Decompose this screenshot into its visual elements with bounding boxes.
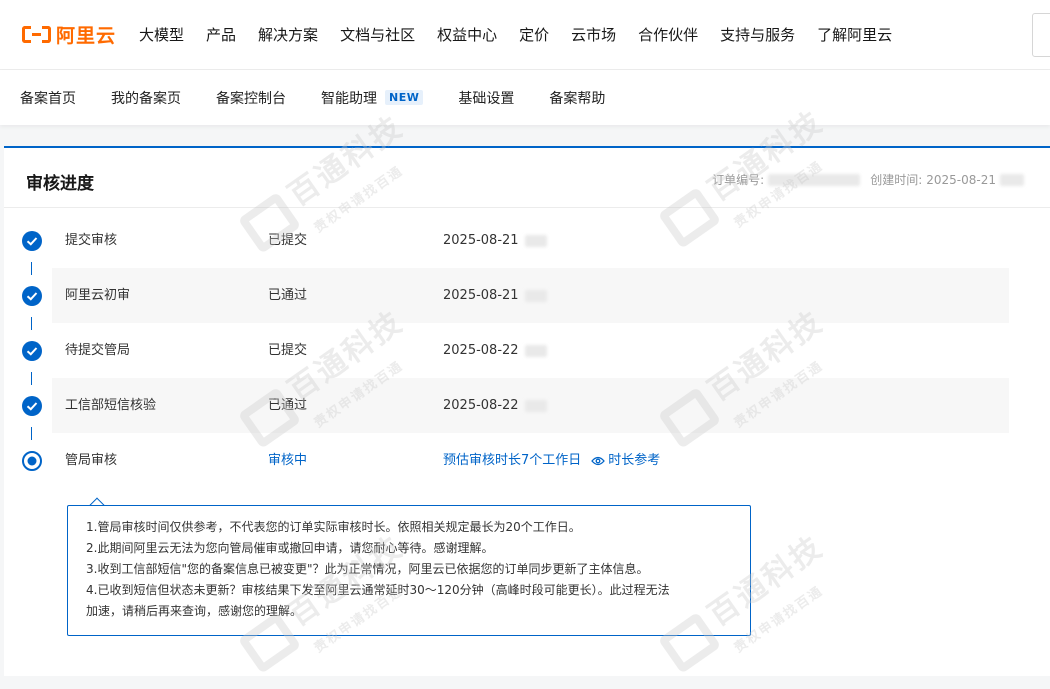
nav-item-docs-community[interactable]: 文档与社区 — [340, 24, 415, 45]
step-row: 工信部短信核验 已通过 2025-08-22 — [52, 378, 1009, 433]
step-status: 已提交 — [268, 233, 308, 248]
step-connector — [31, 427, 32, 440]
top-navigation: 阿里云 大模型 产品 解决方案 文档与社区 权益中心 定价 云市场 合作伙伴 支… — [0, 0, 1050, 70]
step-row: 提交审核 已提交 2025-08-21 — [52, 213, 1009, 268]
duration-reference-label: 时长参考 — [608, 453, 661, 468]
check-circle-icon — [22, 341, 42, 361]
nav-item-marketplace[interactable]: 云市场 — [571, 24, 616, 45]
step-name: 提交审核 — [65, 233, 118, 248]
search-input[interactable] — [1032, 13, 1050, 57]
step-name: 待提交管局 — [65, 343, 131, 358]
step-time: 2025-08-22 — [443, 378, 547, 433]
subnav-my-beian[interactable]: 我的备案页 — [111, 88, 181, 108]
created-date: 2025-08-21 — [926, 172, 996, 187]
notice-line: 2.此期间阿里云无法为您向管局催审或撤回申请，请您耐心等待。感谢理解。 — [86, 541, 494, 555]
step-name: 阿里云初审 — [65, 288, 131, 303]
subnav-smart-assistant[interactable]: 智能助理 NEW — [321, 88, 424, 108]
created-time-redacted — [1000, 173, 1024, 186]
step-time-date: 2025-08-21 — [443, 233, 519, 248]
step-status: 已提交 — [268, 343, 308, 358]
nav-item-products[interactable]: 产品 — [206, 24, 236, 45]
step-connector — [31, 372, 32, 385]
subnav-beian-home[interactable]: 备案首页 — [20, 88, 76, 108]
beian-subnav: 备案首页 我的备案页 备案控制台 智能助理 NEW 基础设置 备案帮助 — [0, 70, 1050, 125]
step-connector — [31, 262, 32, 275]
nav-item-pricing[interactable]: 定价 — [519, 24, 549, 45]
step-row: 待提交管局 已提交 2025-08-22 — [52, 323, 1009, 378]
step-time-redacted — [524, 344, 547, 357]
step-time: 2025-08-22 — [443, 323, 547, 378]
nav-item-solutions[interactable]: 解决方案 — [258, 24, 318, 45]
subnav-basic-settings[interactable]: 基础设置 — [458, 88, 514, 108]
in-progress-circle-icon — [22, 451, 42, 471]
duration-reference-link[interactable]: 时长参考 — [591, 433, 660, 488]
order-number: 订单编号: — [712, 171, 861, 188]
created-time: 创建时间: 2025-08-21 — [870, 171, 1024, 188]
check-circle-icon — [22, 231, 42, 251]
estimated-duration: 预估审核时长7个工作日 — [443, 453, 582, 468]
order-number-redacted — [768, 173, 861, 186]
step-status: 已通过 — [268, 288, 308, 303]
subnav-beian-help[interactable]: 备案帮助 — [549, 88, 605, 108]
created-time-label: 创建时间: — [870, 173, 923, 187]
subnav-smart-assistant-label: 智能助理 — [321, 90, 377, 107]
step-name: 工信部短信核验 — [65, 398, 157, 413]
notice-line: 3.收到工信部短信"您的备案信息已被变更"？此为正常情况，阿里云已依据您的订单同… — [86, 562, 649, 576]
order-meta: 订单编号: 创建时间: 2025-08-21 — [702, 171, 1024, 188]
review-notice-tooltip: 1.管局审核时间仅供参考，不代表您的订单实际审核时长。依照相关规定最长为20个工… — [67, 505, 751, 636]
nav-item-benefits[interactable]: 权益中心 — [437, 24, 497, 45]
new-badge: NEW — [385, 90, 424, 105]
step-time: 2025-08-21 — [443, 213, 547, 268]
step-row: 管局审核 审核中 预估审核时长7个工作日 时长参考 — [52, 433, 1009, 488]
step-time-date: 2025-08-22 — [443, 398, 519, 413]
order-number-label: 订单编号: — [712, 173, 765, 187]
step-time-redacted — [524, 399, 547, 412]
card-header: 审核进度 订单编号: 创建时间: 2025-08-21 — [4, 148, 1050, 208]
step-time-redacted — [524, 234, 547, 247]
step-time-date: 2025-08-22 — [443, 343, 519, 358]
aliyun-logo[interactable]: 阿里云 — [22, 21, 116, 48]
step-row: 阿里云初审 已通过 2025-08-21 — [52, 268, 1009, 323]
nav-item-large-model[interactable]: 大模型 — [139, 24, 184, 45]
step-connector — [31, 317, 32, 330]
aliyun-logo-icon — [22, 26, 51, 43]
logo-text: 阿里云 — [56, 25, 117, 47]
nav-item-partners[interactable]: 合作伙伴 — [638, 24, 698, 45]
step-status: 已通过 — [268, 398, 308, 413]
check-circle-icon — [22, 286, 42, 306]
step-status: 审核中 — [268, 453, 308, 468]
step-name: 管局审核 — [65, 453, 118, 468]
check-circle-icon — [22, 396, 42, 416]
notice-line: 4.已收到短信但状态未更新？审核结果下发至阿里云通常延时30～120分钟（高峰时… — [86, 583, 670, 597]
subnav-beian-console[interactable]: 备案控制台 — [216, 88, 286, 108]
notice-line: 1.管局审核时间仅供参考，不代表您的订单实际审核时长。依照相关规定最长为20个工… — [86, 520, 581, 534]
step-time-redacted — [524, 289, 547, 302]
step-time: 2025-08-21 — [443, 268, 547, 323]
step-time-date: 2025-08-21 — [443, 288, 519, 303]
step-time: 预估审核时长7个工作日 时长参考 — [443, 433, 660, 488]
page-title: 审核进度 — [26, 174, 94, 194]
nav-item-about[interactable]: 了解阿里云 — [817, 24, 892, 45]
eye-icon — [591, 456, 606, 465]
notice-line: 加速，请稍后再来查询，感谢您的理解。 — [86, 604, 303, 618]
nav-item-support[interactable]: 支持与服务 — [720, 24, 795, 45]
